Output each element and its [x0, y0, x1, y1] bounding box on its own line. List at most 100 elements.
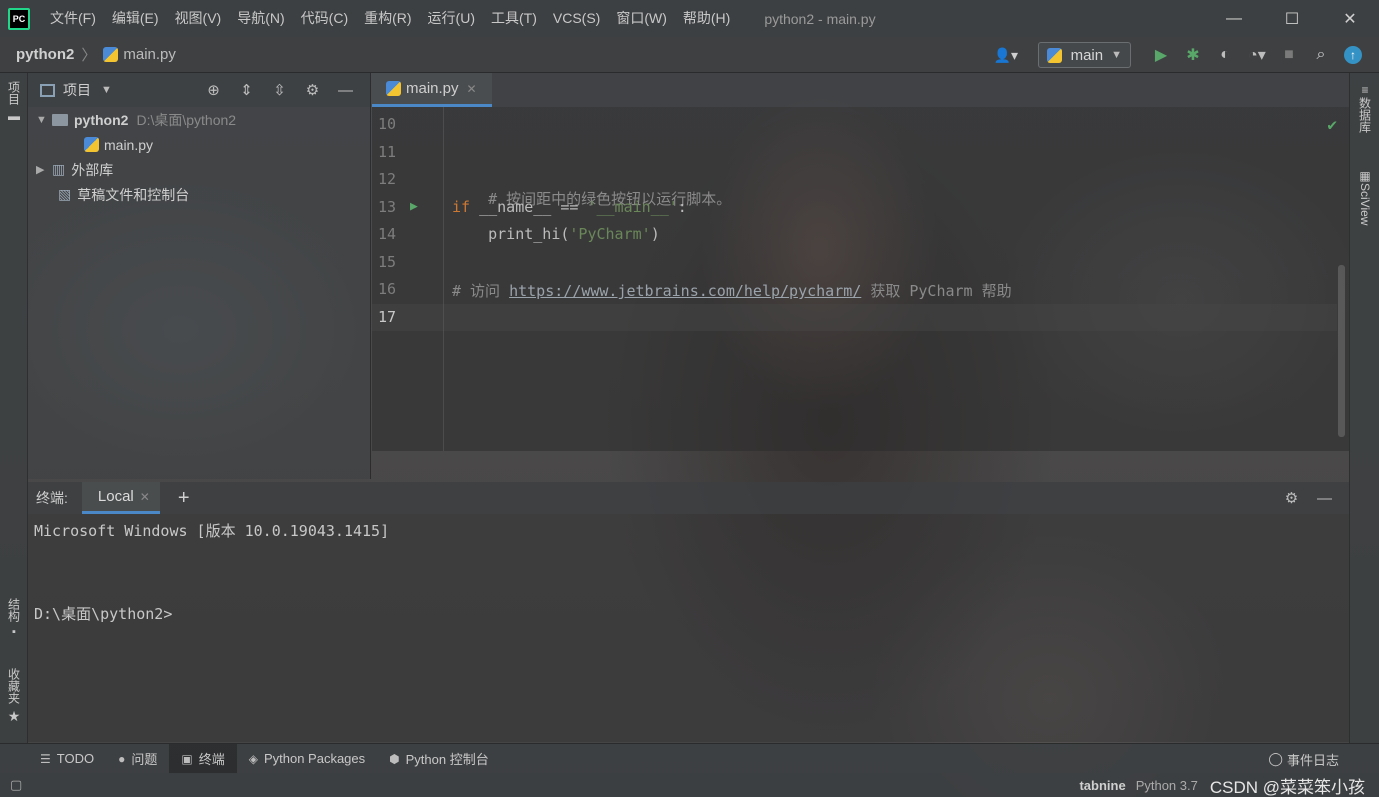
run-config-name: main [1070, 46, 1104, 64]
terminal-output[interactable]: Microsoft Windows [版本 10.0.19043.1415] D… [28, 514, 1349, 742]
menu-run[interactable]: 运行(U) [420, 0, 483, 37]
terminal-header: 终端: Local ✕ + ⚙ — [28, 482, 1349, 514]
maximize-button[interactable]: ☐ [1263, 0, 1321, 37]
sciview-tool-tab[interactable]: ▦ SciView [1350, 169, 1379, 225]
tree-external-libs-label: 外部库 [71, 161, 114, 178]
update-icon[interactable]: ↑ [1337, 46, 1369, 64]
terminal-tab-local[interactable]: Local ✕ [81, 482, 160, 514]
close-icon[interactable]: ✕ [140, 490, 150, 504]
breadcrumb-project[interactable]: python2 [16, 46, 74, 63]
menu-file[interactable]: 文件(F) [42, 0, 104, 37]
window-title: python2 - main.py [764, 10, 876, 27]
tree-item-external-libs[interactable]: ▶ ▥ 外部库 [36, 157, 113, 182]
menu-window[interactable]: 窗口(W) [608, 0, 675, 37]
gear-icon[interactable]: ⚙ [296, 81, 329, 99]
hide-icon[interactable]: — [329, 82, 362, 99]
editor-gutter: 10 11 12 13 ▶ 14 15 16 17 [372, 107, 444, 451]
bottom-tab-python-console[interactable]: ⬢ Python 控制台 [377, 744, 501, 774]
python-file-icon [103, 47, 119, 62]
folder-icon: ▬ [8, 109, 20, 123]
debug-icon[interactable]: ✱ [1177, 45, 1209, 65]
menu-view[interactable]: 视图(V) [167, 0, 230, 37]
project-panel-title[interactable]: 项目 [63, 80, 91, 100]
line-number: 17 [378, 308, 397, 326]
menu-bar: 文件(F) 编辑(E) 视图(V) 导航(N) 代码(C) 重构(R) 运行(U… [42, 0, 738, 37]
run-icon[interactable]: ▶ [1145, 45, 1177, 65]
project-tool-tab[interactable]: 项目 ▬ [0, 81, 28, 123]
locate-icon[interactable]: ⊕ [197, 81, 230, 99]
user-icon[interactable]: 👤▾ [994, 47, 1024, 64]
gear-icon[interactable]: ⚙ [1275, 489, 1308, 507]
right-tool-strip: ≡ 数据库 ▦ SciView [1349, 73, 1379, 743]
editor-tab-main-py[interactable]: main.py ✕ [372, 73, 492, 107]
tree-item-scratches[interactable]: ▧ 草稿文件和控制台 [58, 182, 189, 207]
code-line-14: print_hi('PyCharm') [452, 225, 660, 243]
line-number: 14 [378, 225, 397, 243]
code-text: __name__ == [470, 198, 588, 216]
project-tool-label: 项目 [6, 81, 21, 105]
database-tool-tab[interactable]: ≡ 数据库 [1350, 83, 1379, 133]
bottom-tab-problems[interactable]: ● 问题 [106, 744, 169, 774]
tree-project-path: D:\桌面\python2 [136, 111, 237, 128]
current-line-highlight [372, 304, 1337, 331]
run-config-selector[interactable]: main ▼ [1037, 42, 1131, 68]
menu-refactor[interactable]: 重构(R) [356, 0, 419, 37]
event-log-button[interactable]: ◯ 事件日志 [1268, 744, 1339, 774]
toggle-tool-windows-icon[interactable]: ▢ [10, 777, 22, 793]
editor-tab-label: main.py [406, 80, 459, 97]
tree-file-name: main.py [104, 136, 154, 153]
terminal-prompt: D:\桌面\python2> [34, 605, 173, 623]
collapse-all-icon[interactable]: ⇳ [263, 81, 296, 99]
tree-item-project[interactable]: ▼ python2 D:\桌面\python2 [36, 107, 236, 132]
code-text: ) [650, 225, 660, 243]
structure-tool-label: 结构 [6, 598, 21, 622]
python-file-icon [386, 81, 401, 96]
editor-scrollbar[interactable] [1338, 265, 1345, 437]
interpreter-status[interactable]: Python 3.7 [1136, 778, 1198, 793]
close-button[interactable]: ✕ [1321, 0, 1379, 37]
tree-item-main-py[interactable]: main.py [84, 132, 153, 157]
menu-tools[interactable]: 工具(T) [483, 0, 545, 37]
coverage-icon[interactable]: ◐ [1209, 46, 1241, 64]
terminal-tools: ⚙ — [1275, 482, 1341, 514]
structure-tool-tab[interactable]: 结构 ▪ [0, 598, 28, 638]
bottom-tab-label: Python Packages [263, 751, 366, 766]
profile-icon[interactable]: ◔▾ [1241, 45, 1273, 65]
code-comment: 获取 PyCharm 帮助 [861, 282, 1012, 300]
event-log-icon: ◯ [1268, 751, 1283, 766]
menu-edit[interactable]: 编辑(E) [104, 0, 167, 37]
bottom-tab-todo[interactable]: ☰ TODO [28, 744, 106, 774]
code-call: print_hi( [488, 225, 570, 243]
code-editor[interactable]: 10 11 12 13 ▶ 14 15 16 17 # 按间距中的绿色按钮以运行… [372, 107, 1349, 451]
run-gutter-icon[interactable]: ▶ [410, 199, 418, 214]
window-controls: — ☐ ✕ [1205, 0, 1379, 37]
code-url-link[interactable]: https://www.jetbrains.com/help/pycharm/ [509, 282, 861, 300]
bottom-tab-label: Python 控制台 [405, 752, 489, 767]
hide-icon[interactable]: — [1308, 490, 1341, 507]
chevron-right-icon[interactable]: ▶ [36, 163, 52, 176]
code-text: : [677, 198, 687, 216]
favorites-tool-tab[interactable]: 收藏夹 ★ [0, 668, 28, 725]
menu-code[interactable]: 代码(C) [293, 0, 356, 37]
project-panel-header: 项目 ▼ ⊕ ⇕ ⇳ ⚙ — [28, 73, 370, 107]
chevron-down-icon[interactable]: ▼ [36, 114, 52, 126]
line-number: 10 [378, 115, 397, 133]
stop-icon[interactable]: ■ [1273, 46, 1305, 64]
search-icon[interactable]: ⌕ [1305, 46, 1337, 64]
tabnine-status[interactable]: tabnine [1079, 778, 1125, 793]
menu-vcs[interactable]: VCS(S) [545, 0, 608, 37]
bottom-tab-terminal[interactable]: ▣ 终端 [169, 743, 237, 774]
check-icon[interactable]: ✔ [1327, 115, 1337, 134]
bottom-tab-python-packages[interactable]: ◈ Python Packages [237, 744, 377, 774]
add-terminal-icon[interactable]: + [178, 487, 190, 510]
minimize-button[interactable]: — [1205, 0, 1263, 37]
expand-all-icon[interactable]: ⇕ [230, 81, 263, 99]
menu-help[interactable]: 帮助(H) [675, 0, 738, 37]
breadcrumb-file[interactable]: main.py [123, 46, 176, 63]
close-icon[interactable]: ✕ [467, 82, 477, 96]
menu-navigate[interactable]: 导航(N) [229, 0, 292, 37]
chevron-down-icon[interactable]: ▼ [101, 84, 112, 96]
terminal-title: 终端: [36, 490, 68, 506]
code-string: '__main__' [587, 198, 678, 216]
title-bar: PC 文件(F) 编辑(E) 视图(V) 导航(N) 代码(C) 重构(R) 运… [0, 0, 1379, 37]
